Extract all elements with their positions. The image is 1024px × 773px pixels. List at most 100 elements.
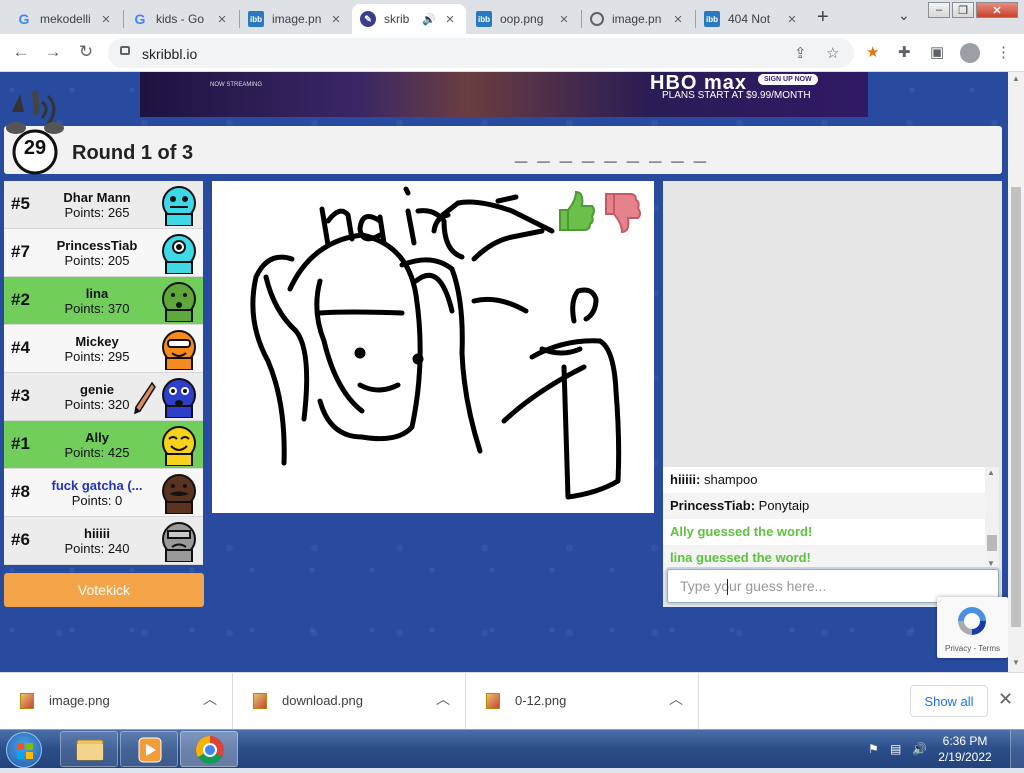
page-scrollbar[interactable]: ▲ ▼ [1008, 72, 1024, 672]
tab-0[interactable]: G mekodelli × [8, 4, 122, 34]
chevron-up-icon[interactable]: ︿ [203, 689, 217, 709]
player-rank: #6 [11, 530, 30, 549]
new-tab-button[interactable]: + [817, 6, 829, 29]
player-row[interactable]: #3 genie Points: 320 [4, 373, 203, 421]
close-icon[interactable]: × [784, 11, 800, 28]
scroll-down-icon[interactable]: ▼ [987, 559, 995, 568]
recaptcha-icon [958, 607, 986, 635]
tab-4[interactable]: ibb oop.png × [468, 4, 580, 34]
tab-title: oop.png [500, 12, 544, 26]
thumbs-down-icon[interactable] [602, 190, 642, 234]
votekick-button[interactable]: Votekick [4, 573, 204, 607]
tab-3-active[interactable]: ✎ skrib 🔊 × [352, 4, 466, 34]
word-hint: _ _ _ _ _ _ _ _ _ [515, 140, 709, 165]
window-close-button[interactable]: ✕ [976, 2, 1018, 18]
taskbar-media-player[interactable] [120, 731, 178, 767]
download-item[interactable]: 0-12.png ︿ [466, 673, 699, 729]
player-avatar [162, 234, 196, 274]
minimize-button[interactable]: – [928, 2, 950, 18]
taskbar-explorer[interactable] [60, 731, 118, 767]
chrome-icon [196, 736, 224, 764]
player-row[interactable]: #6 hiiiii Points: 240 [4, 517, 203, 565]
player-points: Points: 0 [71, 493, 123, 508]
player-avatar [162, 282, 196, 322]
tab-2[interactable]: ibb image.pn × [240, 4, 352, 34]
close-icon[interactable]: × [670, 11, 686, 28]
browser-toolbar: ← → ↻ skribbl.io ⇪ ☆ ★ ✚ ▣ ⋮ [0, 34, 1024, 72]
player-name: Dhar Mann [63, 190, 131, 205]
forward-icon[interactable]: → [42, 42, 64, 62]
tab-search-icon[interactable]: ⌄ [898, 7, 910, 24]
scroll-down-icon[interactable]: ▼ [1012, 658, 1020, 667]
action-center-flag-icon[interactable]: ⚑ [868, 742, 882, 756]
lock-icon[interactable] [120, 46, 130, 55]
download-item[interactable]: download.png ︿ [233, 673, 466, 729]
extension-star-icon[interactable]: ★ [866, 43, 879, 61]
download-item[interactable]: image.png ︿ [0, 673, 233, 729]
maximize-button[interactable]: ❐ [952, 2, 974, 18]
scroll-up-icon[interactable]: ▲ [987, 468, 995, 477]
show-desktop-button[interactable] [1010, 730, 1024, 769]
ibb-icon: ibb [248, 11, 264, 27]
player-row[interactable]: #1 Ally Points: 425 [4, 421, 203, 469]
close-icon[interactable]: × [556, 11, 572, 28]
player-name: lina [85, 286, 109, 301]
recaptcha-links[interactable]: Privacy - Terms [937, 644, 1008, 653]
player-avatar [162, 186, 196, 226]
close-icon[interactable]: × [214, 11, 230, 28]
volume-icon[interactable]: 🔊 [912, 742, 927, 756]
chevron-up-icon[interactable]: ︿ [436, 689, 450, 709]
ad-signup-button[interactable]: SIGN UP NOW [758, 74, 818, 85]
tab-title: kids - Go [156, 12, 205, 26]
close-icon[interactable]: ✕ [998, 689, 1013, 710]
address-bar[interactable]: skribbl.io ⇪ ☆ [108, 38, 854, 68]
close-icon[interactable]: × [98, 11, 114, 28]
scroll-up-icon[interactable]: ▲ [1012, 74, 1020, 83]
player-row[interactable]: #7 PrincessTiab Points: 205 [4, 229, 203, 277]
bookmark-icon[interactable]: ☆ [826, 44, 839, 62]
show-all-button[interactable]: Show all [910, 685, 988, 717]
extensions-puzzle-icon[interactable]: ✚ [898, 43, 911, 61]
network-icon[interactable]: ▤ [890, 742, 904, 756]
profile-avatar[interactable] [960, 43, 980, 63]
reload-icon[interactable]: ↻ [75, 42, 97, 62]
share-icon[interactable]: ⇪ [794, 44, 807, 62]
side-panel-icon[interactable]: ▣ [930, 43, 944, 61]
player-row[interactable]: #2 lina Points: 370 [4, 277, 203, 325]
tab-title: image.pn [272, 12, 322, 26]
player-name: Ally [85, 430, 109, 445]
player-avatar [162, 378, 196, 418]
thumbs-up-icon[interactable] [556, 190, 596, 234]
image-file-icon [20, 693, 34, 709]
taskbar-chrome[interactable] [180, 731, 238, 767]
player-avatar [162, 522, 196, 562]
player-name: PrincessTiab [56, 238, 138, 253]
player-points: Points: 370 [64, 301, 130, 316]
taskbar-date[interactable]: 2/19/2022 [930, 750, 1000, 764]
tab-1[interactable]: G kids - Go × [124, 4, 238, 34]
back-icon[interactable]: ← [10, 42, 32, 62]
player-row[interactable]: #4 Mickey Points: 295 [4, 325, 203, 373]
chat-text: shampoo [703, 472, 758, 487]
download-filename: 0-12.png [515, 693, 567, 708]
recaptcha-badge[interactable]: Privacy - Terms [937, 597, 1008, 658]
start-button[interactable] [6, 732, 42, 768]
google-icon: G [18, 11, 30, 27]
chat-text: Ponytaip [758, 498, 810, 513]
speaker-icon[interactable]: 🔊 [422, 13, 436, 26]
tab-5[interactable]: image.pn × [582, 4, 694, 34]
url-text[interactable]: skribbl.io [142, 46, 197, 62]
chat-scroll-thumb[interactable] [987, 535, 997, 551]
chevron-up-icon[interactable]: ︿ [669, 689, 683, 709]
tab-6[interactable]: ibb 404 Not × [696, 4, 808, 34]
chat-scrollbar[interactable]: ▲ ▼ [985, 467, 999, 571]
player-rank: #5 [11, 194, 30, 213]
close-icon[interactable]: × [328, 11, 344, 28]
close-icon[interactable]: × [442, 11, 458, 28]
menu-kebab-icon[interactable]: ⋮ [996, 43, 1011, 61]
player-row[interactable]: #5 Dhar Mann Points: 265 [4, 181, 203, 229]
taskbar-time[interactable]: 6:36 PM [930, 734, 1000, 748]
page-scroll-thumb[interactable] [1011, 187, 1021, 627]
hbo-max-ad-banner[interactable]: NOW STREAMING HBO max SIGN UP NOW PLANS … [140, 72, 868, 117]
player-row[interactable]: #8 fuck gatcha (... Points: 0 [4, 469, 203, 517]
